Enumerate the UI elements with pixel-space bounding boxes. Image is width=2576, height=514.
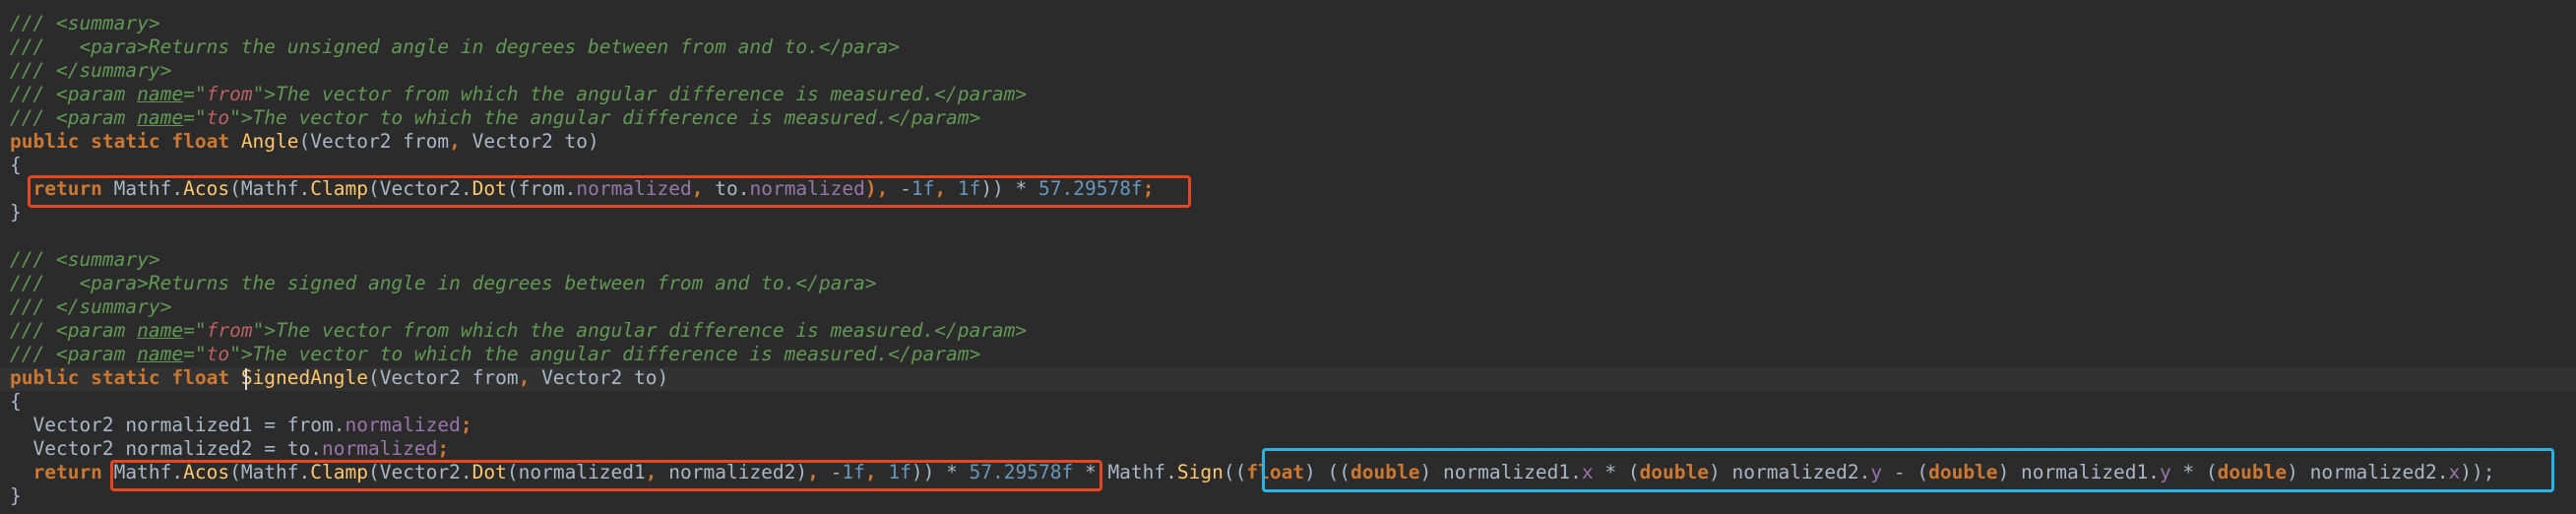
- code-line[interactable]: /// <param name="from">The vector from w…: [10, 319, 1027, 343]
- code-token: Angle: [240, 130, 299, 153]
- code-token: /// <para>: [10, 272, 149, 294]
- code-line[interactable]: /// <summary>: [10, 248, 160, 272]
- text-caret: [245, 368, 247, 390]
- code-token: ,: [449, 130, 472, 153]
- code-token: Vector2 normalized1 = from.: [10, 414, 346, 436]
- code-token: name: [137, 83, 184, 105]
- highlight-box-angle-return: [28, 175, 1191, 208]
- code-token: from: [206, 83, 253, 105]
- code-line[interactable]: }: [10, 201, 22, 225]
- code-token: (Vector2 from: [298, 130, 450, 153]
- code-token: /// </summary>: [10, 59, 172, 82]
- code-token: return: [32, 461, 114, 483]
- code-line[interactable]: {: [10, 390, 22, 414]
- code-line[interactable]: /// <summary>: [10, 12, 160, 35]
- code-token: /// <summary>: [10, 12, 160, 34]
- code-token: (Vector2 from: [367, 366, 519, 389]
- code-token: =": [183, 106, 207, 129]
- code-token: /// <summary>: [10, 248, 160, 271]
- code-token: </para>: [795, 272, 877, 294]
- code-token: Returns the unsigned angle in degrees be…: [148, 35, 819, 58]
- code-token: /// <param: [10, 83, 138, 105]
- code-token: =": [183, 343, 207, 365]
- code-token: ;: [437, 437, 450, 460]
- code-line[interactable]: /// <param name="from">The vector from w…: [10, 83, 1027, 106]
- highlight-box-signedangle-acos: [110, 460, 1102, 491]
- code-line[interactable]: /// </summary>: [10, 295, 171, 319]
- code-line[interactable]: /// <param name="to">The vector to which…: [10, 106, 980, 130]
- code-token: Vector2 to): [541, 366, 669, 389]
- code-token: Vector2 normalized2 = to.: [10, 437, 322, 460]
- code-line[interactable]: public static float SignedAngle(Vector2 …: [10, 366, 668, 390]
- code-token: ,: [518, 366, 542, 389]
- code-line[interactable]: /// <para>Returns the unsigned angle in …: [10, 35, 900, 59]
- code-line[interactable]: Vector2 normalized2 = to.normalized;: [10, 437, 449, 461]
- code-token: name: [137, 319, 184, 342]
- code-line[interactable]: {: [10, 154, 22, 177]
- code-token: ">The vector from which the angular diff…: [252, 83, 1028, 105]
- code-token: }: [10, 484, 22, 507]
- code-token: SignedAngle: [240, 366, 368, 389]
- code-token: Vector2 to): [471, 130, 599, 153]
- code-token: =": [183, 319, 207, 342]
- code-token: normalized: [345, 414, 461, 436]
- code-token: =": [183, 83, 207, 105]
- code-token: name: [137, 343, 184, 365]
- code-token: /// <param: [10, 319, 138, 342]
- code-token: ">The vector to which the angular differ…: [229, 106, 981, 129]
- code-line[interactable]: /// </summary>: [10, 59, 171, 83]
- highlight-box-signedangle-sign: [1262, 448, 2554, 492]
- code-token: from: [206, 319, 253, 342]
- code-token: </para>: [818, 35, 900, 58]
- code-line[interactable]: public static float Angle(Vector2 from, …: [10, 130, 599, 154]
- code-token: ">The vector from which the angular diff…: [252, 319, 1028, 342]
- code-line[interactable]: }: [10, 484, 22, 508]
- code-token: {: [10, 154, 22, 176]
- code-token: {: [10, 390, 22, 413]
- code-token: public static float: [10, 366, 241, 389]
- code-editor[interactable]: /// <summary>/// <para>Returns the unsig…: [0, 0, 2576, 514]
- code-token: Returns the signed angle in degrees betw…: [148, 272, 796, 294]
- code-token: /// </summary>: [10, 295, 172, 318]
- code-token: name: [137, 106, 184, 129]
- code-token: /// <para>: [10, 35, 149, 58]
- code-token: }: [10, 201, 22, 224]
- code-line[interactable]: /// <param name="to">The vector to which…: [10, 343, 980, 366]
- code-token: public static float: [10, 130, 241, 153]
- code-token: ;: [460, 414, 472, 436]
- code-token: Sign: [1176, 461, 1224, 483]
- code-token: to: [206, 106, 230, 129]
- code-line[interactable]: /// <para>Returns the signed angle in de…: [10, 272, 877, 295]
- code-token: normalized: [321, 437, 438, 460]
- code-token: /// <param: [10, 106, 138, 129]
- code-token: /// <param: [10, 343, 138, 365]
- code-token: to: [206, 343, 230, 365]
- code-token: ">The vector to which the angular differ…: [229, 343, 981, 365]
- code-token: ((: [1223, 461, 1247, 483]
- code-line[interactable]: Vector2 normalized1 = from.normalized;: [10, 414, 472, 437]
